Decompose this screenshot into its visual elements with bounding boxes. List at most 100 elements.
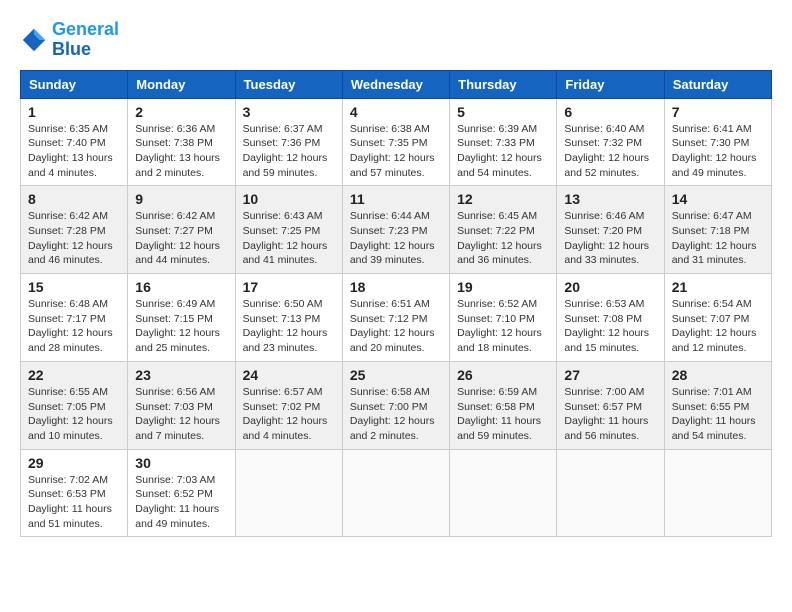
- calendar-cell: 20 Sunrise: 6:53 AM Sunset: 7:08 PM Dayli…: [557, 274, 664, 362]
- calendar-week-row: 8 Sunrise: 6:42 AM Sunset: 7:28 PM Daylig…: [21, 186, 772, 274]
- calendar-week-row: 22 Sunrise: 6:55 AM Sunset: 7:05 PM Dayli…: [21, 361, 772, 449]
- calendar-cell: 6 Sunrise: 6:40 AM Sunset: 7:32 PM Daylig…: [557, 98, 664, 186]
- day-number: 22: [28, 367, 120, 383]
- day-info: Sunrise: 6:45 AM Sunset: 7:22 PM Dayligh…: [457, 209, 549, 268]
- calendar-cell: 24 Sunrise: 6:57 AM Sunset: 7:02 PM Dayli…: [235, 361, 342, 449]
- calendar-cell: 21 Sunrise: 6:54 AM Sunset: 7:07 PM Dayli…: [664, 274, 771, 362]
- day-info: Sunrise: 6:54 AM Sunset: 7:07 PM Dayligh…: [672, 297, 764, 356]
- day-info: Sunrise: 6:49 AM Sunset: 7:15 PM Dayligh…: [135, 297, 227, 356]
- day-info: Sunrise: 6:47 AM Sunset: 7:18 PM Dayligh…: [672, 209, 764, 268]
- day-number: 11: [350, 191, 442, 207]
- calendar-cell: 16 Sunrise: 6:49 AM Sunset: 7:15 PM Dayli…: [128, 274, 235, 362]
- logo-text: General Blue: [52, 20, 119, 60]
- day-number: 9: [135, 191, 227, 207]
- day-info: Sunrise: 7:01 AM Sunset: 6:55 PM Dayligh…: [672, 385, 764, 444]
- day-info: Sunrise: 6:36 AM Sunset: 7:38 PM Dayligh…: [135, 122, 227, 181]
- day-number: 20: [564, 279, 656, 295]
- day-info: Sunrise: 6:59 AM Sunset: 6:58 PM Dayligh…: [457, 385, 549, 444]
- calendar-cell: [235, 449, 342, 537]
- day-number: 12: [457, 191, 549, 207]
- calendar-cell: 18 Sunrise: 6:51 AM Sunset: 7:12 PM Dayli…: [342, 274, 449, 362]
- calendar-cell: 1 Sunrise: 6:35 AM Sunset: 7:40 PM Daylig…: [21, 98, 128, 186]
- day-info: Sunrise: 6:53 AM Sunset: 7:08 PM Dayligh…: [564, 297, 656, 356]
- day-number: 30: [135, 455, 227, 471]
- day-info: Sunrise: 6:51 AM Sunset: 7:12 PM Dayligh…: [350, 297, 442, 356]
- logo-icon: [20, 26, 48, 54]
- weekday-header-tuesday: Tuesday: [235, 70, 342, 98]
- calendar-cell: 30Sunrise: 7:03 AM Sunset: 6:52 PM Dayli…: [128, 449, 235, 537]
- day-number: 3: [243, 104, 335, 120]
- day-number: 21: [672, 279, 764, 295]
- day-info: Sunrise: 6:37 AM Sunset: 7:36 PM Dayligh…: [243, 122, 335, 181]
- calendar-header-row: SundayMondayTuesdayWednesdayThursdayFrid…: [21, 70, 772, 98]
- calendar-cell: 23 Sunrise: 6:56 AM Sunset: 7:03 PM Dayli…: [128, 361, 235, 449]
- calendar-cell: 8 Sunrise: 6:42 AM Sunset: 7:28 PM Daylig…: [21, 186, 128, 274]
- day-info: Sunrise: 6:46 AM Sunset: 7:20 PM Dayligh…: [564, 209, 656, 268]
- day-info: Sunrise: 6:38 AM Sunset: 7:35 PM Dayligh…: [350, 122, 442, 181]
- day-number: 15: [28, 279, 120, 295]
- weekday-header-sunday: Sunday: [21, 70, 128, 98]
- day-info: Sunrise: 6:40 AM Sunset: 7:32 PM Dayligh…: [564, 122, 656, 181]
- page-header: General Blue: [20, 20, 772, 60]
- calendar-cell: [664, 449, 771, 537]
- day-info: Sunrise: 6:57 AM Sunset: 7:02 PM Dayligh…: [243, 385, 335, 444]
- day-number: 6: [564, 104, 656, 120]
- day-number: 28: [672, 367, 764, 383]
- day-number: 26: [457, 367, 549, 383]
- day-info: Sunrise: 6:52 AM Sunset: 7:10 PM Dayligh…: [457, 297, 549, 356]
- weekday-header-monday: Monday: [128, 70, 235, 98]
- calendar-cell: 9Sunrise: 6:42 AM Sunset: 7:27 PM Daylig…: [128, 186, 235, 274]
- day-info: Sunrise: 6:35 AM Sunset: 7:40 PM Dayligh…: [28, 122, 120, 181]
- weekday-header-saturday: Saturday: [664, 70, 771, 98]
- day-number: 24: [243, 367, 335, 383]
- calendar-cell: 2 Sunrise: 6:36 AM Sunset: 7:38 PM Daylig…: [128, 98, 235, 186]
- calendar-week-row: 29 Sunrise: 7:02 AM Sunset: 6:53 PM Dayli…: [21, 449, 772, 537]
- calendar-cell: 25 Sunrise: 6:58 AM Sunset: 7:00 PM Dayli…: [342, 361, 449, 449]
- day-info: Sunrise: 6:58 AM Sunset: 7:00 PM Dayligh…: [350, 385, 442, 444]
- calendar-table: SundayMondayTuesdayWednesdayThursdayFrid…: [20, 70, 772, 538]
- calendar-cell: 5Sunrise: 6:39 AM Sunset: 7:33 PM Daylig…: [450, 98, 557, 186]
- day-info: Sunrise: 6:42 AM Sunset: 7:28 PM Dayligh…: [28, 209, 120, 268]
- weekday-header-thursday: Thursday: [450, 70, 557, 98]
- calendar-cell: 10 Sunrise: 6:43 AM Sunset: 7:25 PM Dayli…: [235, 186, 342, 274]
- calendar-cell: 29 Sunrise: 7:02 AM Sunset: 6:53 PM Dayli…: [21, 449, 128, 537]
- day-number: 7: [672, 104, 764, 120]
- calendar-cell: 19 Sunrise: 6:52 AM Sunset: 7:10 PM Dayli…: [450, 274, 557, 362]
- day-number: 23: [135, 367, 227, 383]
- day-info: Sunrise: 6:56 AM Sunset: 7:03 PM Dayligh…: [135, 385, 227, 444]
- day-number: 10: [243, 191, 335, 207]
- calendar-cell: [450, 449, 557, 537]
- calendar-cell: 7 Sunrise: 6:41 AM Sunset: 7:30 PM Daylig…: [664, 98, 771, 186]
- day-number: 1: [28, 104, 120, 120]
- day-info: Sunrise: 6:44 AM Sunset: 7:23 PM Dayligh…: [350, 209, 442, 268]
- calendar-cell: 13 Sunrise: 6:46 AM Sunset: 7:20 PM Dayli…: [557, 186, 664, 274]
- calendar-cell: 14Sunrise: 6:47 AM Sunset: 7:18 PM Dayli…: [664, 186, 771, 274]
- day-number: 25: [350, 367, 442, 383]
- calendar-cell: 3 Sunrise: 6:37 AM Sunset: 7:36 PM Daylig…: [235, 98, 342, 186]
- day-number: 29: [28, 455, 120, 471]
- day-number: 8: [28, 191, 120, 207]
- calendar-cell: [342, 449, 449, 537]
- calendar-cell: 27 Sunrise: 7:00 AM Sunset: 6:57 PM Dayli…: [557, 361, 664, 449]
- day-info: Sunrise: 7:02 AM Sunset: 6:53 PM Dayligh…: [28, 473, 120, 532]
- day-number: 2: [135, 104, 227, 120]
- calendar-week-row: 15Sunrise: 6:48 AM Sunset: 7:17 PM Dayli…: [21, 274, 772, 362]
- day-number: 19: [457, 279, 549, 295]
- calendar-cell: 17 Sunrise: 6:50 AM Sunset: 7:13 PM Dayli…: [235, 274, 342, 362]
- day-info: Sunrise: 6:55 AM Sunset: 7:05 PM Dayligh…: [28, 385, 120, 444]
- day-number: 13: [564, 191, 656, 207]
- day-number: 27: [564, 367, 656, 383]
- day-info: Sunrise: 7:00 AM Sunset: 6:57 PM Dayligh…: [564, 385, 656, 444]
- calendar-cell: 12 Sunrise: 6:45 AM Sunset: 7:22 PM Dayli…: [450, 186, 557, 274]
- day-info: Sunrise: 6:50 AM Sunset: 7:13 PM Dayligh…: [243, 297, 335, 356]
- day-info: Sunrise: 6:43 AM Sunset: 7:25 PM Dayligh…: [243, 209, 335, 268]
- day-info: Sunrise: 6:41 AM Sunset: 7:30 PM Dayligh…: [672, 122, 764, 181]
- calendar-cell: 22 Sunrise: 6:55 AM Sunset: 7:05 PM Dayli…: [21, 361, 128, 449]
- calendar-cell: 11 Sunrise: 6:44 AM Sunset: 7:23 PM Dayli…: [342, 186, 449, 274]
- calendar-cell: 15Sunrise: 6:48 AM Sunset: 7:17 PM Dayli…: [21, 274, 128, 362]
- day-number: 18: [350, 279, 442, 295]
- day-number: 17: [243, 279, 335, 295]
- calendar-week-row: 1 Sunrise: 6:35 AM Sunset: 7:40 PM Daylig…: [21, 98, 772, 186]
- day-number: 16: [135, 279, 227, 295]
- calendar-cell: 4Sunrise: 6:38 AM Sunset: 7:35 PM Daylig…: [342, 98, 449, 186]
